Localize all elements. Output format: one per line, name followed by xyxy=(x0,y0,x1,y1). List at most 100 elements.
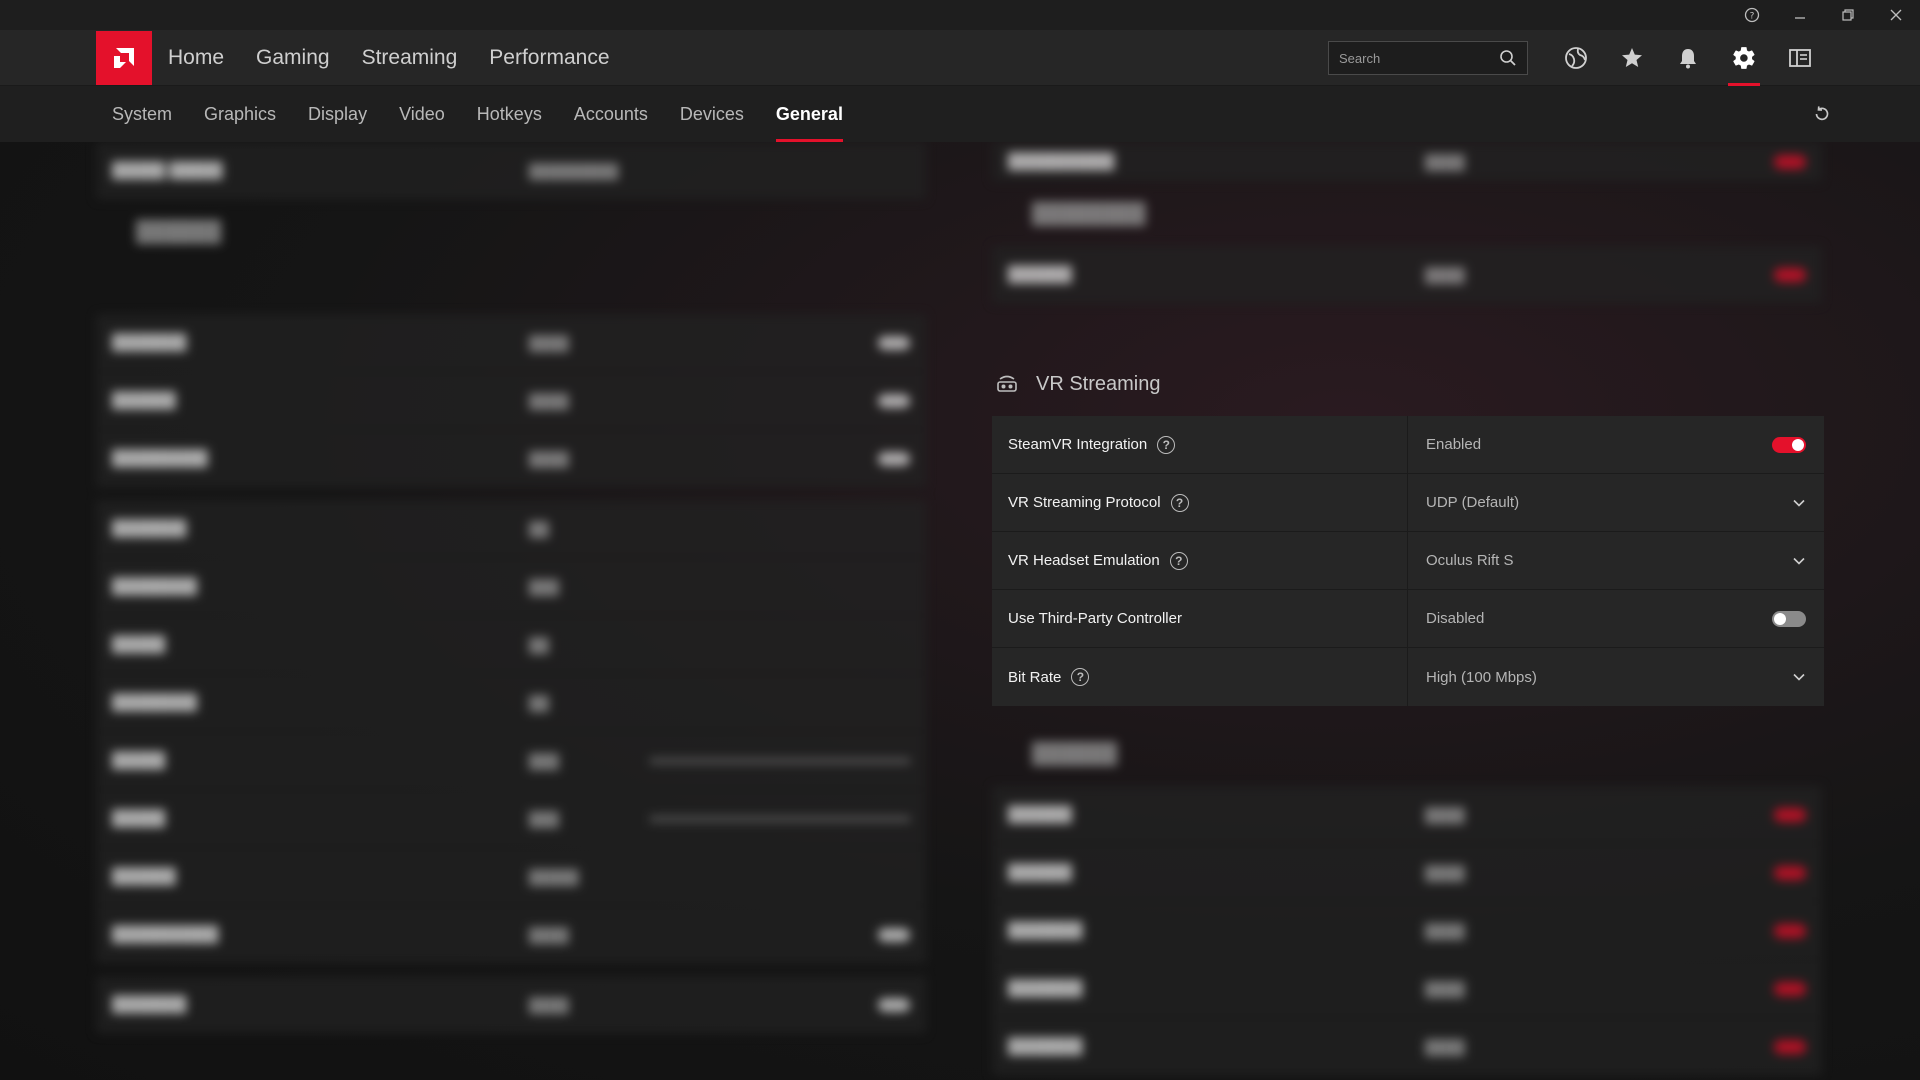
third-party-controller-row: Use Third-Party Controller Disabled xyxy=(992,590,1824,648)
close-icon xyxy=(1890,9,1902,21)
help-window-button[interactable]: ? xyxy=(1728,0,1776,30)
tab-system[interactable]: System xyxy=(112,86,172,142)
help-icon[interactable]: ? xyxy=(1157,435,1176,454)
blurred-row: █████████ ████ xyxy=(96,430,926,488)
blurred-row: █████ █████ █████████ xyxy=(96,142,926,200)
bell-icon xyxy=(1680,49,1696,69)
setting-label-cell: VR Headset Emulation ? xyxy=(992,532,1408,589)
setting-label-cell: VR Streaming Protocol ? xyxy=(992,474,1408,531)
bit-rate-value: High (100 Mbps) xyxy=(1426,668,1537,686)
tab-general[interactable]: General xyxy=(775,86,844,142)
chevron-down-icon xyxy=(1792,670,1806,684)
vr-headset-emulation-dropdown[interactable]: Oculus Rift S xyxy=(1408,532,1824,589)
gear-icon xyxy=(1733,47,1755,69)
blurred-row: ██████████ xyxy=(96,674,926,732)
toggle-knob xyxy=(1792,438,1804,451)
blurred-row: ███████████ xyxy=(992,902,1822,960)
chevron-down-icon xyxy=(1792,496,1806,510)
favorites-button[interactable] xyxy=(1604,30,1660,86)
header-icons xyxy=(1548,30,1828,86)
minimize-button[interactable] xyxy=(1776,0,1824,30)
vr-headset-emulation-value: Oculus Rift S xyxy=(1426,552,1514,569)
blurred-row: ███████████ xyxy=(96,976,926,1034)
steamvr-integration-toggle[interactable] xyxy=(1772,436,1806,453)
vr-streaming-protocol-row[interactable]: VR Streaming Protocol ? UDP (Default) xyxy=(992,474,1824,532)
tab-hotkeys[interactable]: Hotkeys xyxy=(477,86,542,142)
blurred-left-panel: █████ █████ █████████ ██████ ███████ ████ … xyxy=(96,142,926,1034)
minimize-icon xyxy=(1795,17,1805,19)
bit-rate-dropdown[interactable]: High (100 Mbps) xyxy=(1408,648,1824,706)
settings-content: █████ █████ █████████ ██████ ███████ ████ … xyxy=(0,142,1920,1080)
search-input[interactable] xyxy=(1339,50,1499,66)
blurred-row: ██████████ xyxy=(992,246,1822,304)
title-bar: ? xyxy=(0,0,1920,30)
nav-gaming[interactable]: Gaming xyxy=(256,46,330,70)
close-button[interactable] xyxy=(1872,0,1920,30)
blurred-row: █████ ███ xyxy=(96,790,926,848)
help-icon[interactable]: ? xyxy=(1169,551,1188,570)
blurred-right-bottom: ██████ ██████ ████ ██████ ████ ███████ ████… xyxy=(992,722,1822,1076)
vr-streaming-title: VR Streaming xyxy=(1036,372,1161,395)
chevron-down-icon xyxy=(1792,554,1806,568)
restore-button[interactable] xyxy=(1824,0,1872,30)
settings-button[interactable] xyxy=(1716,30,1772,86)
blurred-heading: ██████ xyxy=(1032,742,1118,765)
blurred-row: ███████████ xyxy=(96,558,926,616)
blurred-heading: ██████ xyxy=(136,220,222,243)
blurred-row: ███████████ xyxy=(992,1018,1822,1076)
help-icon[interactable]: ? xyxy=(1071,668,1090,686)
globe-icon xyxy=(1565,47,1587,69)
reset-icon xyxy=(1815,106,1829,121)
toggle-knob xyxy=(1774,612,1786,625)
vr-streaming-section: VR Streaming SteamVR Integration ? Enabl… xyxy=(992,352,1824,706)
setting-value-cell: Enabled xyxy=(1408,416,1824,473)
web-button[interactable] xyxy=(1548,30,1604,86)
nav-streaming[interactable]: Streaming xyxy=(362,46,458,70)
setting-label-cell: Use Third-Party Controller xyxy=(992,590,1408,647)
setting-label-cell: Bit Rate ? xyxy=(992,648,1408,706)
search-icon[interactable] xyxy=(1499,49,1517,67)
blurred-row: █████ ███ xyxy=(96,732,926,790)
bit-rate-row[interactable]: Bit Rate ? High (100 Mbps) xyxy=(992,648,1824,706)
help-icon[interactable]: ? xyxy=(1170,493,1189,512)
settings-subnav: System Graphics Display Video Hotkeys Ac… xyxy=(0,86,1920,142)
tab-display[interactable]: Display xyxy=(308,86,367,142)
blurred-row: ██████████ xyxy=(96,372,926,430)
amd-logo[interactable] xyxy=(96,31,152,85)
steamvr-integration-label: SteamVR Integration xyxy=(1008,436,1148,453)
blurred-row: ██████████ xyxy=(992,844,1822,902)
settings-tabs: System Graphics Display Video Hotkeys Ac… xyxy=(112,86,844,142)
vr-headset-emulation-label: VR Headset Emulation xyxy=(1008,552,1160,569)
tab-devices[interactable]: Devices xyxy=(680,86,744,142)
blurred-row: ██████████ ████ xyxy=(992,142,1822,182)
tab-graphics[interactable]: Graphics xyxy=(204,86,276,142)
nav-performance[interactable]: Performance xyxy=(489,46,609,70)
third-party-controller-toggle[interactable] xyxy=(1772,610,1806,627)
panel-icon xyxy=(1789,49,1811,67)
vr-streaming-protocol-dropdown[interactable]: UDP (Default) xyxy=(1408,474,1824,531)
blurred-row: ███████████ xyxy=(96,314,926,372)
blurred-row: █████ ██ xyxy=(96,616,926,674)
setting-value-cell: Disabled xyxy=(1408,590,1824,647)
bit-rate-label: Bit Rate xyxy=(1008,668,1062,686)
vr-headset-icon xyxy=(997,375,1017,392)
sidebar-toggle-button[interactable] xyxy=(1772,30,1828,86)
blurred-row: ███████████ xyxy=(992,960,1822,1018)
svg-text:?: ? xyxy=(1750,12,1755,22)
search-box xyxy=(1328,41,1528,75)
window-controls: ? xyxy=(1728,0,1920,30)
help-circle-icon: ? xyxy=(1744,7,1760,23)
vr-streaming-header: VR Streaming xyxy=(992,352,1824,416)
restore-icon xyxy=(1842,9,1854,21)
nav-home[interactable]: Home xyxy=(168,46,224,70)
tab-video[interactable]: Video xyxy=(399,86,445,142)
tab-accounts[interactable]: Accounts xyxy=(574,86,648,142)
notifications-button[interactable] xyxy=(1660,30,1716,86)
reset-button[interactable] xyxy=(1808,100,1836,128)
blurred-row: ██████████ xyxy=(992,786,1822,844)
vr-headset-emulation-row[interactable]: VR Headset Emulation ? Oculus Rift S xyxy=(992,532,1824,590)
setting-label-cell: SteamVR Integration ? xyxy=(992,416,1408,473)
top-header: Home Gaming Streaming Performance xyxy=(0,30,1920,86)
third-party-controller-value: Disabled xyxy=(1426,610,1485,627)
third-party-controller-label: Use Third-Party Controller xyxy=(1008,610,1182,627)
